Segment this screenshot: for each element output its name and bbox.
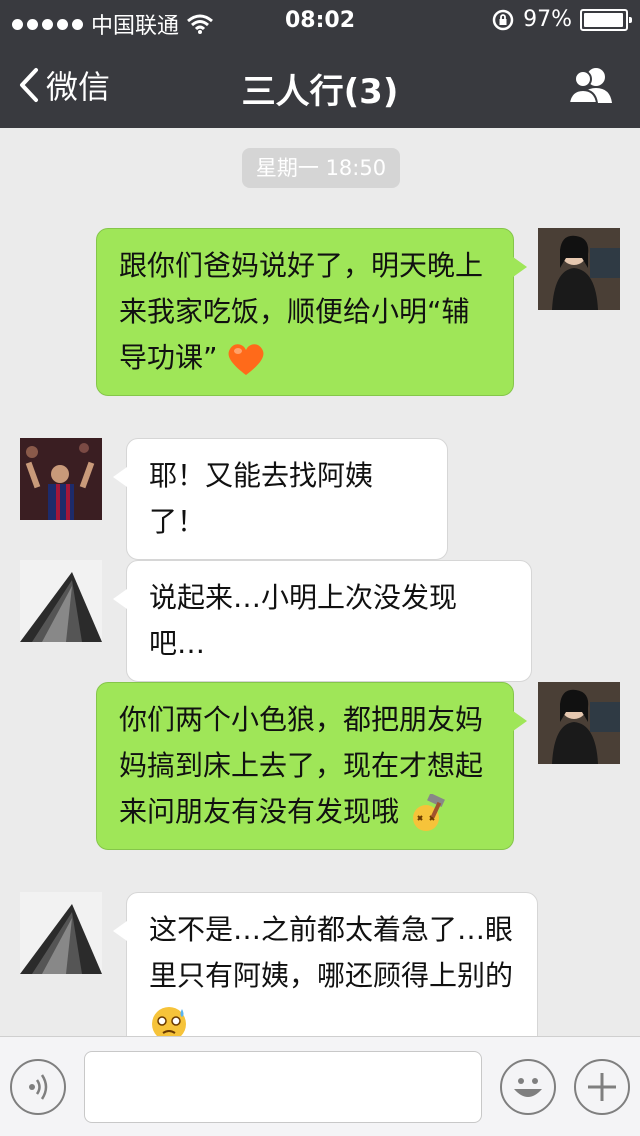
chat-area[interactable]: 星期一 18:50 跟你们爸妈说好了，明天晚上来我家吃饭，顺便给小明“辅导功课” <box>0 128 640 1036</box>
heart-emoji <box>228 344 264 375</box>
message-text: 跟你们爸妈说好了，明天晚上来我家吃饭，顺便给小明“辅导功课” <box>119 249 484 374</box>
status-bar: 中国联通 08:02 97% <box>0 0 640 40</box>
smiley-icon <box>514 1078 542 1097</box>
top-bar: 中国联通 08:02 97% 微信 三人行(3) <box>0 0 640 128</box>
battery-percentage: 97% <box>523 7 572 32</box>
avatar-image-skyscraper <box>20 560 102 642</box>
chat-title: 三人行(3) <box>241 72 399 112</box>
message-text: 耶！又能去找阿姨了！ <box>149 459 374 538</box>
member-avatar[interactable] <box>20 438 102 520</box>
plus-icon <box>588 1073 616 1101</box>
battery-icon <box>580 8 632 31</box>
emoji-button[interactable] <box>500 1059 556 1115</box>
avatar-image-skyscraper <box>20 892 102 974</box>
group-contacts-icon <box>567 68 612 104</box>
message-bubble-outgoing[interactable]: 你们两个小色狼，都把朋友妈妈搞到床上去了，现在才想起来问朋友有没有发现哦 <box>96 682 527 850</box>
hammer-emoji <box>412 794 445 831</box>
rotation-lock-icon <box>492 9 514 30</box>
member-avatar[interactable] <box>20 892 102 974</box>
input-bar <box>0 1036 640 1136</box>
avatar-image-woman <box>538 228 620 310</box>
chat-timestamp: 星期一 18:50 <box>242 148 400 188</box>
message-text: 说起来…小明上次没发现吧… <box>149 581 458 660</box>
voice-icon <box>29 1074 48 1100</box>
member-avatar[interactable] <box>20 560 102 642</box>
more-button[interactable] <box>574 1059 630 1115</box>
voice-button[interactable] <box>10 1059 66 1115</box>
message-bubble-incoming[interactable]: 这不是…之前都太着急了…眼里只有阿姨，哪还顾得上别的 <box>113 892 538 1036</box>
my-avatar[interactable] <box>538 228 620 310</box>
avatar-image-footballer <box>20 438 102 520</box>
battery-fill <box>584 12 623 27</box>
message-bubble-incoming[interactable]: 耶！又能去找阿姨了！ <box>113 438 448 560</box>
message-bubble-incoming[interactable]: 说起来…小明上次没发现吧… <box>113 560 532 682</box>
sweat-emoji <box>152 1007 186 1036</box>
nav-bar: 微信 三人行(3) <box>0 40 640 128</box>
message-text: 这不是…之前都太着急了…眼里只有阿姨，哪还顾得上别的 <box>149 913 514 992</box>
group-members-button[interactable] <box>567 66 614 108</box>
message-bubble-outgoing[interactable]: 跟你们爸妈说好了，明天晚上来我家吃饭，顺便给小明“辅导功课” <box>96 228 527 396</box>
message-input[interactable] <box>84 1051 482 1123</box>
my-avatar[interactable] <box>538 682 620 764</box>
avatar-image-woman <box>538 682 620 764</box>
